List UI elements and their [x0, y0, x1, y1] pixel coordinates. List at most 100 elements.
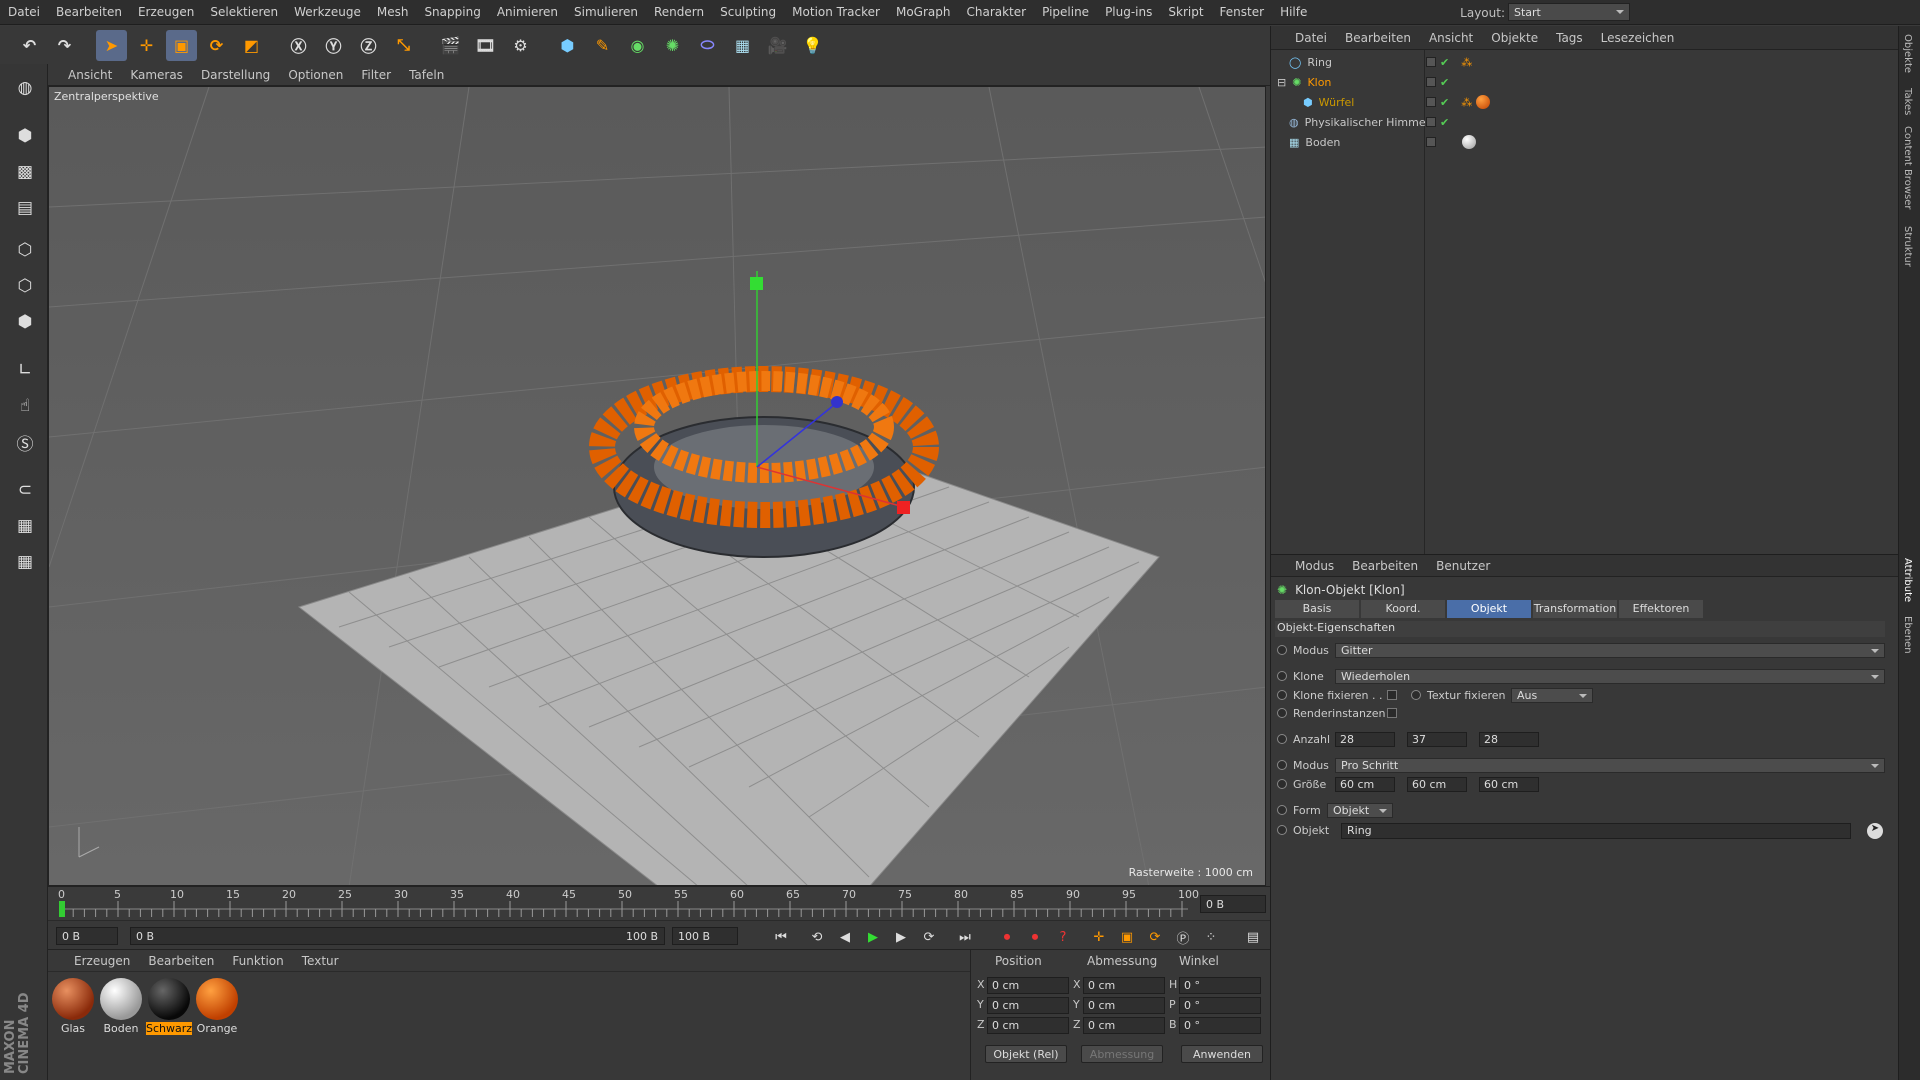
menu-bearbeiten[interactable]: Bearbeiten: [48, 5, 130, 19]
vp-menu-ansicht[interactable]: Ansicht: [68, 68, 112, 82]
side-tab-takes[interactable]: Takes: [1902, 88, 1913, 115]
tab-effektoren[interactable]: Effektoren: [1619, 600, 1703, 618]
om-menu-lesezeichen[interactable]: Lesezeichen: [1601, 31, 1675, 45]
mograph-cloner-icon[interactable]: ✺: [657, 30, 688, 61]
material-orange[interactable]: Orange: [194, 978, 240, 1035]
object-row-wuerfel[interactable]: ⬢ Würfel ✔ ⁂: [1271, 92, 1897, 112]
menu-simulieren[interactable]: Simulieren: [566, 5, 646, 19]
visibility-toggle[interactable]: [1426, 117, 1436, 127]
size-z-field[interactable]: 0 cm: [1083, 1017, 1165, 1034]
menu-pipeline[interactable]: Pipeline: [1034, 5, 1097, 19]
menu-hilfe[interactable]: Hilfe: [1272, 5, 1315, 19]
key-scale-icon[interactable]: ▣: [1116, 926, 1138, 948]
anzahl-y-field[interactable]: 37: [1407, 732, 1467, 747]
animate-radio[interactable]: [1277, 760, 1287, 770]
polygons-mode-icon[interactable]: ⬢: [8, 306, 42, 338]
pick-object-icon[interactable]: ➤: [1867, 823, 1883, 839]
animate-radio[interactable]: [1277, 708, 1287, 718]
side-tab-attribute[interactable]: Attribute: [1902, 558, 1913, 602]
scale-tool-icon[interactable]: ▣: [166, 29, 197, 61]
side-tab-content-browser[interactable]: Content Browser: [1902, 126, 1913, 209]
x-axis-lock-icon[interactable]: Ⓧ: [283, 30, 314, 61]
y-axis-lock-icon[interactable]: Ⓨ: [318, 30, 349, 61]
previous-key-icon[interactable]: ⟲: [806, 926, 828, 948]
mat-menu-bearbeiten[interactable]: Bearbeiten: [148, 954, 214, 968]
magnet-icon[interactable]: ⊂: [8, 474, 42, 506]
key-pla-icon[interactable]: ⁘: [1200, 926, 1222, 948]
start-frame-field[interactable]: 0 B: [56, 927, 118, 945]
go-to-end-icon[interactable]: ⏭: [954, 926, 976, 948]
om-menu-bearbeiten[interactable]: Bearbeiten: [1345, 31, 1411, 45]
camera-icon[interactable]: 🎥: [762, 30, 793, 61]
move-tool-icon[interactable]: ✛: [131, 30, 162, 61]
objekt-link-field[interactable]: Ring: [1341, 823, 1851, 839]
visibility-toggle[interactable]: [1426, 97, 1436, 107]
object-row-boden[interactable]: ▦ Boden: [1271, 132, 1897, 152]
anzahl-x-field[interactable]: 28: [1335, 732, 1395, 747]
timeline-window-icon[interactable]: ▤: [1242, 926, 1264, 948]
rotate-tool-icon[interactable]: ⟳: [201, 30, 232, 61]
floor-icon[interactable]: ▦: [727, 30, 758, 61]
form-dropdown[interactable]: Objekt: [1327, 803, 1393, 818]
animate-radio[interactable]: [1277, 645, 1287, 655]
enabled-check-icon[interactable]: ✔: [1440, 56, 1449, 69]
animate-radio[interactable]: [1277, 779, 1287, 789]
material-tag-icon[interactable]: [1462, 135, 1476, 149]
animate-radio[interactable]: [1277, 805, 1287, 815]
at-menu-bearbeiten[interactable]: Bearbeiten: [1352, 559, 1418, 573]
last-tool-icon[interactable]: ◩: [236, 30, 267, 61]
menu-skript[interactable]: Skript: [1160, 5, 1211, 19]
visibility-toggle[interactable]: [1426, 77, 1436, 87]
size-mode-dropdown[interactable]: Abmessung: [1081, 1045, 1163, 1063]
deformer-icon[interactable]: ⬭: [692, 30, 723, 61]
menu-werkzeuge[interactable]: Werkzeuge: [286, 5, 369, 19]
side-tab-objekte[interactable]: Objekte: [1902, 34, 1913, 73]
material-schwarz[interactable]: Schwarz: [146, 978, 192, 1035]
edges-mode-icon[interactable]: ⬡: [8, 270, 42, 302]
key-parameter-icon[interactable]: Ⓟ: [1172, 926, 1194, 948]
position-y-field[interactable]: 0 cm: [987, 997, 1069, 1014]
make-editable-icon[interactable]: ◍: [8, 72, 42, 104]
redo-icon[interactable]: ↷: [49, 30, 80, 61]
animate-radio[interactable]: [1277, 734, 1287, 744]
render-settings-icon[interactable]: ⚙: [505, 30, 536, 61]
om-menu-objekte[interactable]: Objekte: [1491, 31, 1538, 45]
tab-basis[interactable]: Basis: [1275, 600, 1359, 618]
3d-viewport[interactable]: Zentralperspektive Rasterweite : 1000 cm: [48, 86, 1266, 886]
vp-menu-tafeln[interactable]: Tafeln: [409, 68, 444, 82]
at-menu-benutzer[interactable]: Benutzer: [1436, 559, 1490, 573]
schritt-modus-dropdown[interactable]: Pro Schritt: [1335, 758, 1885, 773]
snapping-icon[interactable]: Ⓢ: [8, 426, 42, 458]
animate-radio[interactable]: [1277, 825, 1287, 835]
vp-menu-darstellung[interactable]: Darstellung: [201, 68, 270, 82]
z-axis-lock-icon[interactable]: Ⓩ: [353, 30, 384, 61]
groesse-z-field[interactable]: 60 cm: [1479, 777, 1539, 792]
axis-mode-icon[interactable]: ∟: [8, 354, 42, 386]
coordinate-system-icon[interactable]: ⤡: [388, 30, 419, 61]
menu-rendern[interactable]: Rendern: [646, 5, 712, 19]
groesse-y-field[interactable]: 60 cm: [1407, 777, 1467, 792]
render-picture-viewer-icon[interactable]: 🎞: [470, 30, 501, 61]
workplane-icon[interactable]: ▦: [8, 546, 42, 578]
menu-mograph[interactable]: MoGraph: [888, 5, 959, 19]
textur-fixieren-dropdown[interactable]: Aus: [1511, 688, 1593, 703]
tweak-mode-icon[interactable]: ☝: [8, 390, 42, 422]
layout-dropdown[interactable]: Start: [1508, 3, 1630, 21]
pen-spline-icon[interactable]: ✎: [587, 30, 618, 61]
enabled-check-icon[interactable]: ✔: [1440, 76, 1449, 89]
material-boden[interactable]: Boden: [98, 978, 144, 1035]
menu-animieren[interactable]: Animieren: [489, 5, 566, 19]
mat-menu-funktion[interactable]: Funktion: [232, 954, 283, 968]
points-mode-icon[interactable]: ⬡: [8, 234, 42, 266]
model-mode-icon[interactable]: ⬢: [8, 120, 42, 152]
tab-koord[interactable]: Koord.: [1361, 600, 1445, 618]
tab-transformation[interactable]: Transformation: [1533, 600, 1617, 618]
menu-plugins[interactable]: Plug-ins: [1097, 5, 1160, 19]
workplane-mode-icon[interactable]: ▤: [8, 192, 42, 224]
vp-menu-filter[interactable]: Filter: [361, 68, 391, 82]
record-keys-icon[interactable]: ⏺: [996, 926, 1018, 948]
key-rotation-icon[interactable]: ⟳: [1144, 926, 1166, 948]
mat-menu-textur[interactable]: Textur: [302, 954, 339, 968]
previous-frame-icon[interactable]: ◀: [834, 926, 856, 948]
groesse-x-field[interactable]: 60 cm: [1335, 777, 1395, 792]
